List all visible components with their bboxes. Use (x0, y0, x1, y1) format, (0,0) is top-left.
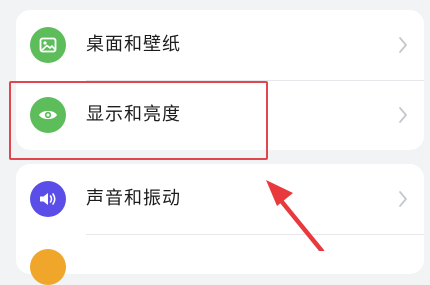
settings-item-label: 声音和振动 (86, 188, 181, 209)
chevron-right-icon (399, 37, 407, 53)
highlight-box (9, 81, 268, 160)
wallpaper-icon (30, 27, 66, 63)
settings-item-wallpaper[interactable]: 桌面和壁纸 (16, 10, 424, 80)
chevron-right-icon (399, 107, 407, 123)
chevron-right-icon (399, 191, 407, 207)
divider (86, 234, 424, 235)
settings-group-sound: 声音和振动 (16, 164, 424, 285)
settings-item-label: 桌面和壁纸 (86, 34, 181, 55)
speaker-icon (30, 181, 66, 217)
settings-item-sound-vibration[interactable]: 声音和振动 (16, 164, 424, 234)
settings-item-icon-partial (30, 249, 66, 285)
